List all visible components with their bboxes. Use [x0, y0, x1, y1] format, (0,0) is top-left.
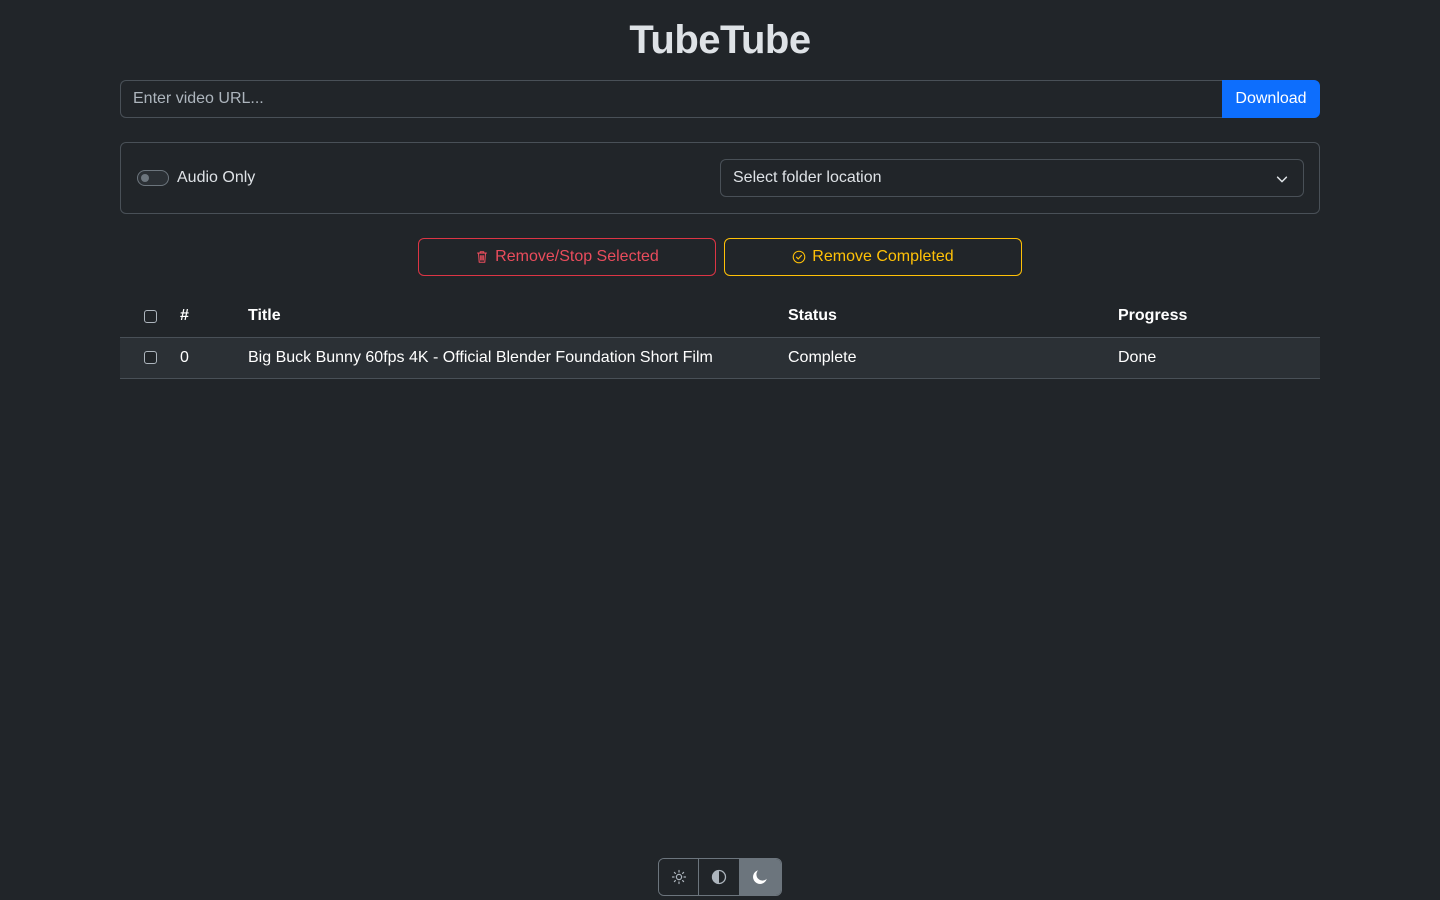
select-all-checkbox[interactable] [144, 309, 157, 323]
remove-stop-label: Remove/Stop Selected [495, 248, 659, 265]
row-status: Complete [788, 337, 1118, 379]
url-input-group: Download [120, 80, 1320, 118]
app-title: TubeTube [629, 18, 811, 62]
theme-dark-button[interactable] [739, 859, 781, 895]
table-header-row: # Title Status Progress [120, 296, 1320, 338]
audio-only-toggle[interactable]: Audio Only [137, 167, 255, 189]
row-num: 0 [180, 337, 248, 379]
chevron-down-icon [1276, 176, 1288, 183]
contrast-icon [711, 869, 727, 885]
download-button[interactable]: Download [1222, 80, 1320, 118]
select-all-cell [120, 296, 180, 338]
remove-completed-button[interactable]: Remove Completed [724, 238, 1022, 276]
theme-auto-button[interactable] [699, 859, 740, 895]
header-status: Status [788, 296, 1118, 338]
switch-knob [141, 174, 149, 182]
folder-location-select[interactable]: Select folder location [720, 159, 1304, 197]
row-title: Big Buck Bunny 60fps 4K - Official Blend… [248, 337, 788, 379]
theme-light-button[interactable] [659, 859, 700, 895]
sun-icon [671, 869, 686, 885]
audio-only-switch[interactable] [137, 170, 169, 186]
check-circle-icon [792, 250, 806, 264]
options-card: Audio Only Select folder location [120, 142, 1320, 214]
row-progress: Done [1118, 337, 1320, 379]
remove-stop-selected-button[interactable]: Remove/Stop Selected [418, 238, 716, 276]
row-checkbox[interactable] [144, 350, 157, 364]
downloads-table: # Title Status Progress 0 Big Buck Bunny… [120, 296, 1320, 379]
folder-select-value: Select folder location [733, 169, 882, 186]
header-title: Title [248, 296, 788, 338]
remove-completed-label: Remove Completed [812, 248, 954, 265]
app-root: TubeTube Download Audio Only Select fold… [0, 0, 1440, 900]
header-num: # [180, 296, 248, 338]
table-row: 0 Big Buck Bunny 60fps 4K - Official Ble… [120, 337, 1320, 379]
theme-switcher [658, 858, 782, 896]
row-select-cell [120, 337, 180, 379]
header-progress: Progress [1118, 296, 1320, 338]
moon-icon [753, 870, 768, 884]
audio-only-label: Audio Only [177, 169, 256, 186]
video-url-input[interactable] [120, 80, 1222, 118]
trash-icon [477, 251, 487, 263]
